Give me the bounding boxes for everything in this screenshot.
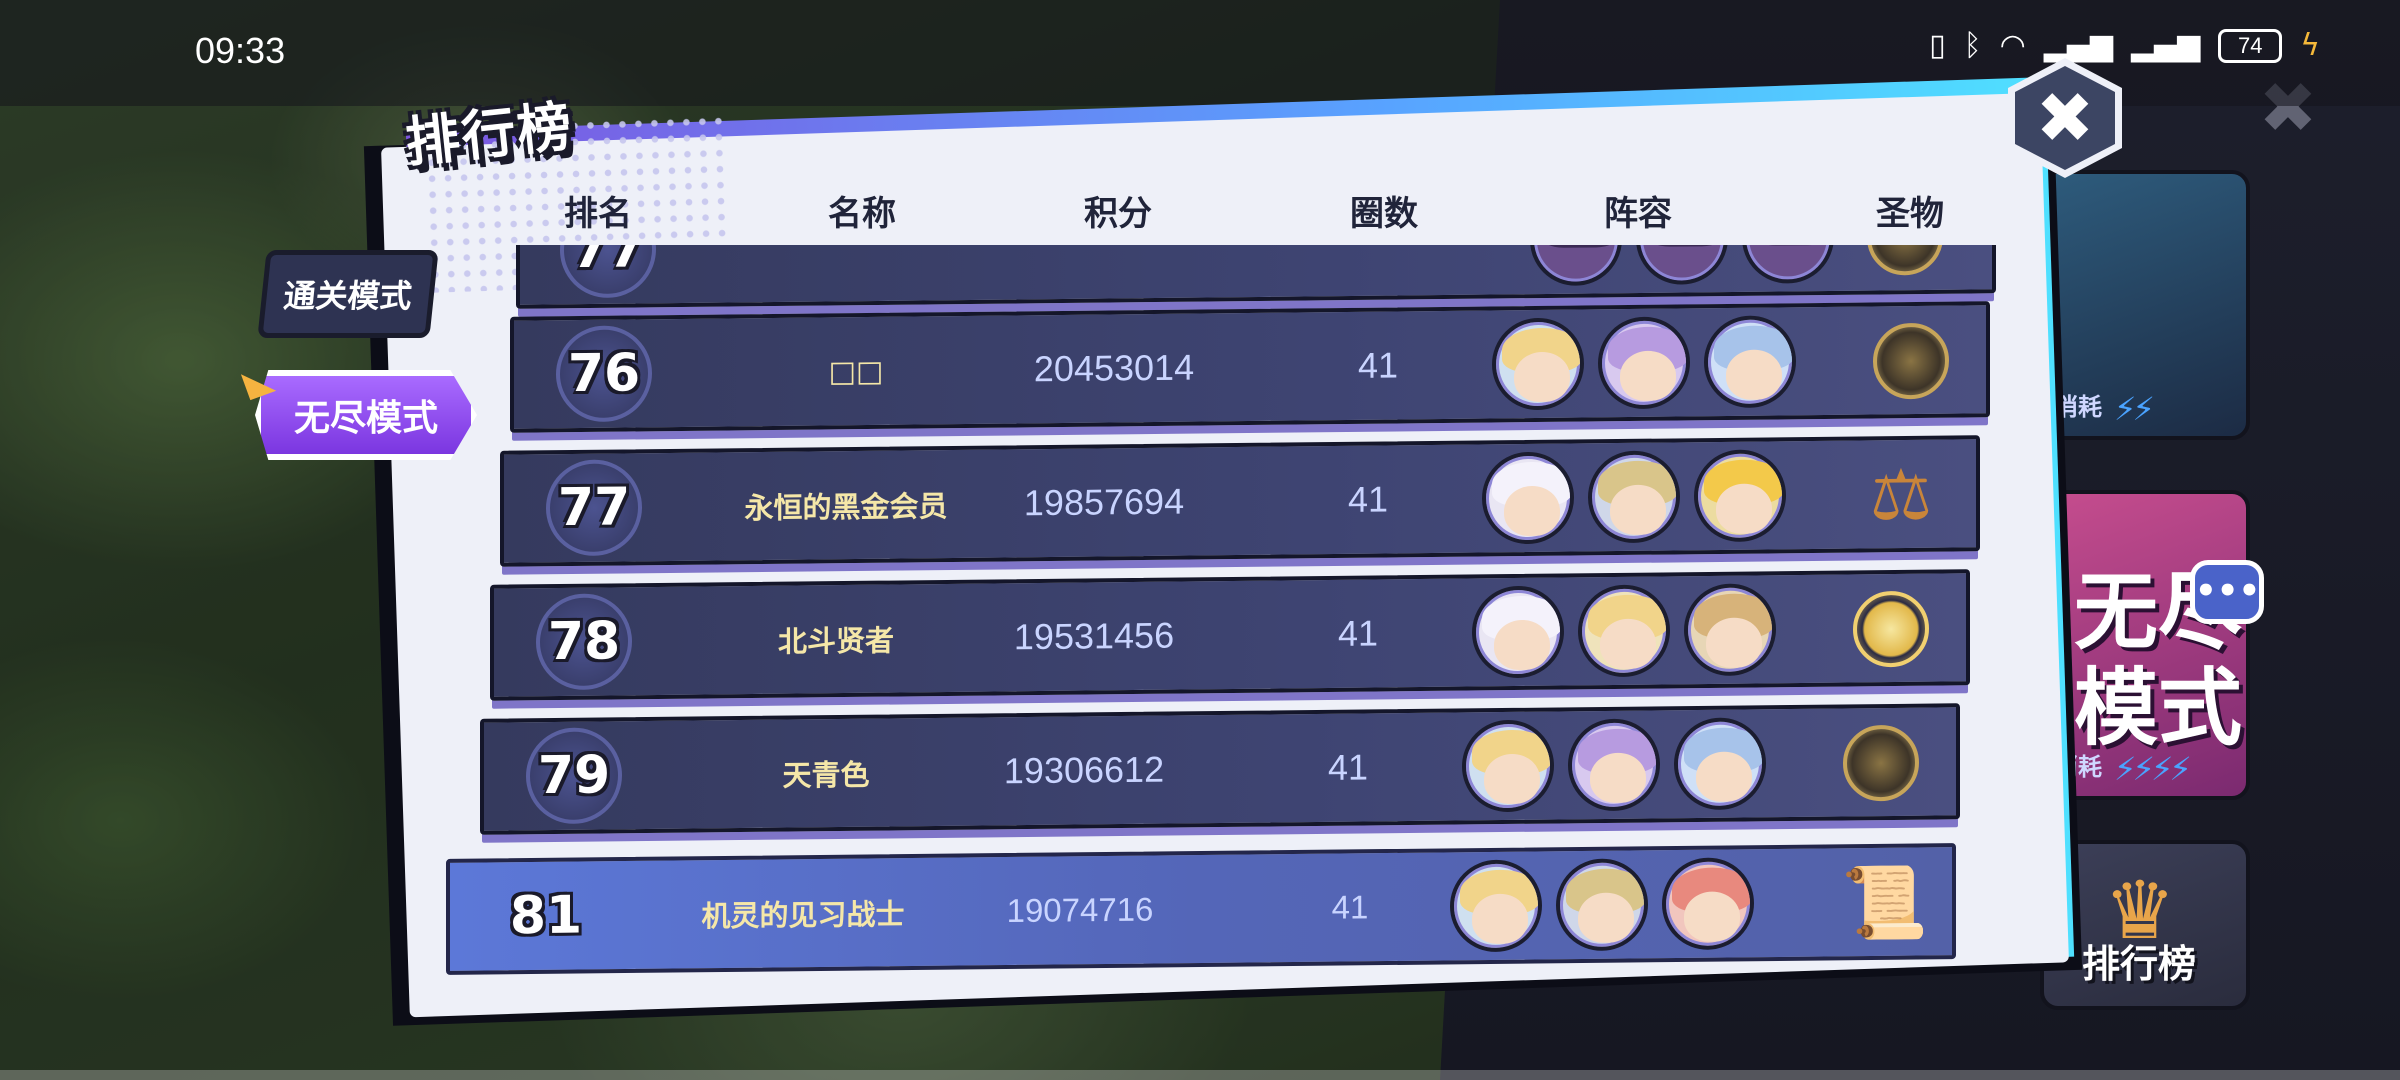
table-row[interactable]: 77 永恒的黑金会员 19857694 41 ⚖ bbox=[500, 435, 1980, 567]
signal-icon: ▂▄▆ bbox=[2043, 28, 2113, 63]
status-time: 09:33 bbox=[195, 30, 286, 71]
blue-hair-character-avatar bbox=[1674, 717, 1766, 811]
player-laps: 41 bbox=[1327, 746, 1369, 788]
chat-bubble-icon[interactable]: ••• bbox=[2190, 560, 2264, 624]
lineup-avatars bbox=[1530, 245, 1834, 287]
pink-hair-character-avatar bbox=[1662, 857, 1754, 951]
yellow-hair-character-avatar bbox=[1694, 449, 1786, 543]
scales-relic-icon: ⚖ bbox=[1869, 453, 1933, 537]
brown-hair-character-avatar bbox=[1684, 583, 1776, 677]
character-avatar bbox=[1742, 245, 1834, 284]
tab-clear-mode[interactable]: 通关模式 bbox=[257, 250, 439, 338]
column-relic: 圣物 bbox=[1876, 194, 1944, 234]
table-row[interactable]: 77 bbox=[516, 245, 1996, 309]
status-icons: ▯ ᛒ ◠ ▂▄▆ ▂▄▆ 74 ϟ bbox=[1929, 28, 2320, 63]
purple-hair-character-avatar bbox=[1568, 718, 1660, 812]
lineup-avatars bbox=[1450, 857, 1754, 953]
battery-icon: 74 bbox=[2218, 28, 2283, 63]
document-relic-icon: 📜 bbox=[1841, 860, 1929, 944]
player-score: 20453014 bbox=[1033, 346, 1195, 390]
player-score: 19857694 bbox=[1023, 480, 1185, 524]
player-name: 机灵的见习战士 bbox=[701, 897, 905, 934]
white-hair-character-avatar bbox=[1482, 451, 1574, 545]
player-name: 永恒的黑金会员 bbox=[744, 489, 948, 526]
player-name: 天青色 bbox=[782, 757, 870, 793]
player-laps: 41 bbox=[1357, 344, 1399, 386]
lineup-avatars bbox=[1482, 449, 1786, 545]
player-name: □□ bbox=[828, 353, 884, 389]
blonde-character-avatar bbox=[1492, 317, 1584, 411]
column-name: 名称 bbox=[828, 194, 896, 234]
bluetooth-icon: ᛒ bbox=[1963, 28, 1982, 63]
my-rank-row[interactable]: 81 机灵的见习战士 19074716 41 📜 bbox=[446, 843, 1956, 975]
rank-badge: 77 bbox=[546, 459, 642, 557]
table-row[interactable]: 78 北斗贤者 19531456 41 bbox=[490, 569, 1970, 701]
rank-badge: 76 bbox=[556, 325, 652, 423]
table-header: 排名 名称 积分 圈数 阵容 圣物 bbox=[520, 186, 2020, 236]
lineup-avatars bbox=[1472, 583, 1776, 679]
column-lineup: 阵容 bbox=[1604, 194, 1672, 234]
player-laps: 41 bbox=[1331, 888, 1369, 926]
leaderboard-list[interactable]: 77 76 □□ 20453014 41 77 永恒的黑金会员 19857694… bbox=[430, 245, 2030, 985]
column-laps: 圈数 bbox=[1350, 194, 1418, 234]
column-score: 积分 bbox=[1084, 194, 1152, 234]
blue-hair-character-avatar bbox=[1704, 315, 1796, 409]
armored-character-avatar bbox=[1588, 450, 1680, 544]
player-laps: 41 bbox=[1337, 612, 1379, 654]
player-laps: 41 bbox=[1347, 478, 1389, 520]
player-score: 19531456 bbox=[1013, 614, 1175, 658]
energy-bolt-icon: ⚡⚡⚡⚡ bbox=[2114, 750, 2192, 788]
pocket-watch-relic-icon bbox=[1846, 584, 1936, 675]
armored-character-avatar bbox=[1556, 858, 1648, 952]
lineup-avatars bbox=[1492, 315, 1796, 411]
leaderboard-card-label: 排行榜 bbox=[2082, 942, 2197, 986]
charging-icon: ϟ bbox=[2300, 28, 2320, 63]
blonde-character-avatar bbox=[1450, 859, 1542, 953]
player-score: 19074716 bbox=[1006, 890, 1154, 930]
character-avatar bbox=[1636, 245, 1728, 286]
table-row[interactable]: 76 □□ 20453014 41 bbox=[510, 301, 1990, 433]
energy-bolt-icon: ⚡⚡ bbox=[2114, 390, 2155, 428]
lineup-avatars bbox=[1462, 717, 1766, 813]
blonde-character-avatar bbox=[1462, 719, 1554, 813]
rank-badge: 81 bbox=[509, 885, 583, 947]
player-score: 19306612 bbox=[1003, 748, 1165, 792]
table-row[interactable]: 79 天青色 19306612 41 bbox=[480, 703, 1960, 835]
signal-icon: ▂▄▆ bbox=[2130, 28, 2201, 63]
rank-badge: 79 bbox=[526, 727, 622, 825]
close-icon: ✖ bbox=[2035, 77, 2095, 159]
column-rank: 排名 bbox=[564, 194, 632, 234]
player-name: 北斗贤者 bbox=[777, 623, 895, 659]
relic-icon bbox=[1860, 245, 1950, 283]
rose-medallion-relic-icon bbox=[1836, 718, 1926, 809]
wifi-icon: ◠ bbox=[1999, 28, 2026, 63]
character-avatar bbox=[1530, 245, 1622, 287]
purple-hair-character-avatar bbox=[1598, 316, 1690, 410]
blonde-character-avatar bbox=[1578, 584, 1670, 678]
white-hair-character-avatar bbox=[1472, 585, 1564, 679]
rank-badge: 78 bbox=[536, 593, 632, 691]
rose-medallion-relic-icon bbox=[1866, 316, 1956, 407]
vibrate-icon: ▯ bbox=[1929, 28, 1946, 63]
bottom-edge-bar bbox=[0, 1070, 2400, 1080]
rank-badge: 77 bbox=[560, 245, 656, 299]
